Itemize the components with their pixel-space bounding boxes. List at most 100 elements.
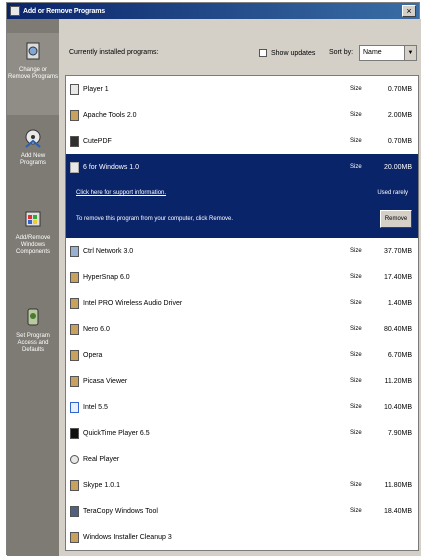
sidebar-item-label: Add New Programs [19, 153, 46, 166]
list-item[interactable]: Intel 5.5 Size 10.40MB [66, 394, 418, 420]
list-item[interactable]: QuickTime Player 6.5 Size 7.90MB [66, 420, 418, 446]
program-name: Player 1 [83, 85, 109, 93]
size-value: 0.70MB [387, 137, 412, 145]
sidebar-item-label: Change or Remove Programs [7, 67, 58, 80]
program-icon [70, 83, 79, 95]
program-icon [70, 427, 79, 439]
program-icon [70, 271, 79, 283]
installed-programs-heading: Currently installed programs: [69, 49, 159, 56]
size-value: 10.40MB [383, 403, 412, 411]
program-icon [70, 505, 79, 517]
sort-by-label: Sort by: [329, 49, 354, 56]
program-name: Intel PRO Wireless Audio Driver [83, 299, 183, 307]
chevron-down-icon[interactable]: ▼ [404, 46, 416, 60]
size-label: Size [350, 164, 362, 170]
program-icon [70, 161, 79, 173]
size-value: 6.70MB [387, 351, 412, 359]
size-label: Size [350, 404, 362, 410]
program-icon [70, 401, 79, 413]
size-value: 0.70MB [387, 85, 412, 93]
title-bar[interactable]: Add or Remove Programs × [7, 3, 419, 19]
size-value: 17.40MB [383, 273, 412, 281]
list-item[interactable]: TeraCopy Windows Tool Size 18.40MB [66, 498, 418, 524]
size-label: Size [350, 248, 362, 254]
size-label: Size [350, 112, 362, 118]
size-label: Size [350, 378, 362, 384]
cd-box-icon [26, 42, 40, 60]
program-name: Apache Tools 2.0 [83, 111, 137, 119]
program-icon [70, 349, 79, 361]
app-icon [10, 6, 20, 16]
sidebar-item-windows-components[interactable]: Add/Remove Windows Components [7, 205, 59, 295]
size-label: Size [350, 430, 362, 436]
size-label: Size [350, 300, 362, 306]
program-name: QuickTime Player 6.5 [83, 429, 150, 437]
program-name: Opera [83, 351, 103, 359]
sidebar-item-program-access[interactable]: Set Program Access and Defaults [7, 303, 59, 385]
size-label: Size [350, 86, 362, 92]
close-button[interactable]: × [402, 5, 416, 17]
list-item[interactable]: Intel PRO Wireless Audio Driver Size 1.4… [66, 290, 418, 316]
checkbox-box[interactable] [259, 49, 267, 57]
size-value: 2.00MB [387, 111, 412, 119]
program-name: Windows Installer Cleanup 3 [83, 533, 172, 541]
size-value: 7.90MB [387, 429, 412, 437]
program-name: Real Player [83, 455, 120, 463]
program-name: Nero 6.0 [83, 325, 110, 333]
program-icon [70, 109, 79, 121]
program-icon [70, 375, 79, 387]
program-name: HyperSnap 6.0 [83, 273, 130, 281]
list-item[interactable]: Ctrl Network 3.0 Size 37.70MB [66, 238, 418, 264]
support-info-link[interactable]: Click here for support information. [76, 190, 166, 196]
sort-by-select[interactable]: Name ▼ [359, 45, 417, 61]
list-item[interactable]: Opera Size 6.70MB [66, 342, 418, 368]
list-item[interactable]: Player 1 Size 0.70MB [66, 76, 418, 102]
cd-add-icon [25, 129, 41, 148]
toolbar: Currently installed programs: Show updat… [59, 19, 421, 75]
sidebar: Change or Remove Programs Add New Progra… [7, 19, 59, 556]
size-label: Size [350, 352, 362, 358]
selected-program-header: 6 for Windows 1.0 Size 20.00MB [66, 154, 418, 180]
program-icon [70, 454, 79, 464]
list-item[interactable]: HyperSnap 6.0 Size 17.40MB [66, 264, 418, 290]
program-icon [70, 479, 79, 491]
remove-description: To remove this program from your compute… [76, 216, 234, 222]
program-access-icon [27, 308, 39, 326]
list-item[interactable]: Picasa Viewer Size 11.20MB [66, 368, 418, 394]
list-item[interactable]: Nero 6.0 Size 80.40MB [66, 316, 418, 342]
list-item[interactable]: CutePDF Size 0.70MB [66, 128, 418, 154]
programs-list[interactable]: Player 1 Size 0.70MB Apache Tools 2.0 Si… [65, 75, 419, 551]
program-name: Intel 5.5 [83, 403, 108, 411]
sidebar-item-add-new[interactable]: Add New Programs [7, 123, 59, 193]
size-label: Size [350, 138, 362, 144]
sidebar-item-change-remove[interactable]: Change or Remove Programs [7, 33, 59, 115]
program-name: Ctrl Network 3.0 [83, 247, 134, 255]
size-value: 11.20MB [384, 377, 413, 385]
program-icon [70, 297, 79, 309]
list-item[interactable]: Apache Tools 2.0 Size 2.00MB [66, 102, 418, 128]
usage-label: Used rarely [377, 190, 408, 196]
show-updates-label: Show updates [271, 49, 316, 57]
size-label: Size [350, 326, 362, 332]
size-value: 11.80MB [384, 481, 413, 489]
program-icon [70, 531, 79, 543]
program-name: TeraCopy Windows Tool [83, 507, 158, 515]
list-item[interactable]: Skype 1.0.1 Size 11.80MB [66, 472, 418, 498]
size-value: 80.40MB [383, 325, 412, 333]
size-label: Size [350, 482, 362, 488]
list-item[interactable]: Windows Installer Cleanup 3 [66, 524, 418, 550]
remove-button[interactable]: Remove [380, 210, 412, 228]
list-item[interactable]: Real Player [66, 446, 418, 472]
sidebar-item-label: Add/Remove Windows Components [15, 235, 51, 255]
show-updates-checkbox[interactable]: Show updates [259, 49, 315, 57]
windows-components-icon [25, 211, 41, 227]
program-icon [70, 245, 79, 257]
selected-program[interactable]: 6 for Windows 1.0 Size 20.00MB Click her… [66, 154, 418, 238]
program-name: CutePDF [83, 137, 112, 145]
size-value: 20.00MB [383, 163, 412, 171]
sort-by-value: Name [363, 49, 382, 56]
program-icon [70, 323, 79, 335]
size-value: 18.40MB [383, 507, 412, 515]
size-value: 1.40MB [387, 299, 412, 307]
window-title: Add or Remove Programs [23, 7, 105, 15]
